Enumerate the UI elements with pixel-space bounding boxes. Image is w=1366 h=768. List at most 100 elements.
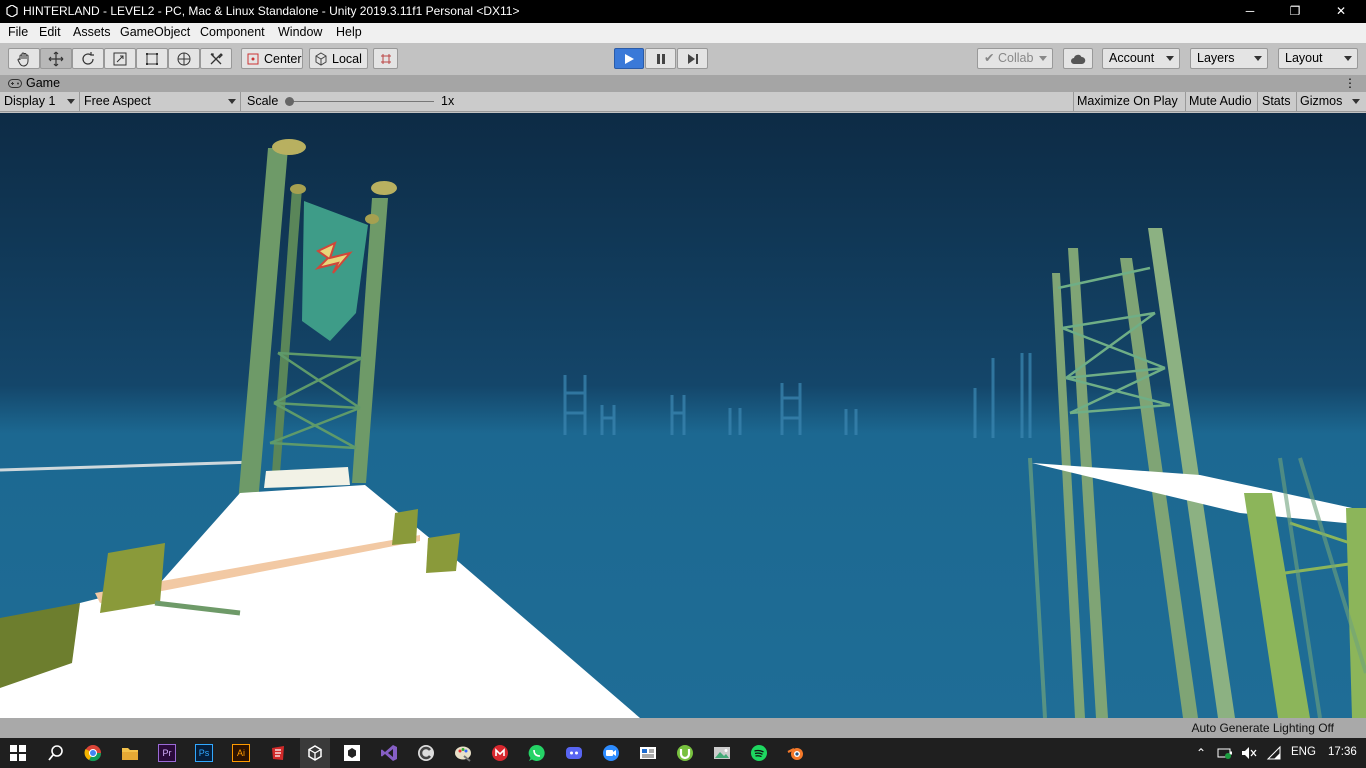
layers-dropdown[interactable]: Layers bbox=[1190, 48, 1268, 69]
rotate-tool-icon bbox=[82, 51, 94, 65]
collab-label: Collab bbox=[997, 51, 1034, 65]
discord-icon[interactable] bbox=[565, 744, 583, 762]
pivot-icon bbox=[247, 53, 259, 64]
more-options-icon[interactable]: ⋮ bbox=[1344, 76, 1356, 90]
chevron-down-icon bbox=[67, 99, 75, 104]
stats-toggle[interactable]: Stats bbox=[1262, 92, 1291, 111]
lighting-status: Auto Generate Lighting Off bbox=[1191, 721, 1334, 735]
menu-edit[interactable]: Edit bbox=[39, 25, 61, 39]
transform-tool-button[interactable] bbox=[168, 48, 200, 69]
wifi-icon[interactable] bbox=[1266, 745, 1282, 761]
pause-icon bbox=[656, 53, 665, 64]
illustrator-icon[interactable]: Ai bbox=[232, 744, 250, 762]
aspect-dropdown-label[interactable]: Free Aspect bbox=[84, 92, 151, 111]
move-tool-button[interactable] bbox=[40, 48, 72, 69]
gamepad-icon bbox=[8, 79, 22, 88]
tab-game[interactable]: Game bbox=[26, 76, 60, 90]
game-scene bbox=[0, 113, 1366, 718]
menu-help[interactable]: Help bbox=[336, 25, 362, 39]
premiere-icon[interactable]: Pr bbox=[158, 744, 176, 762]
zoom-icon[interactable] bbox=[602, 744, 620, 762]
window-title: HINTERLAND - LEVEL2 - PC, Mac & Linux St… bbox=[23, 4, 520, 18]
tray-chevron-up-icon[interactable]: ⌃ bbox=[1196, 746, 1206, 760]
menu-window[interactable]: Window bbox=[278, 25, 322, 39]
gizmos-toggle[interactable]: Gizmos bbox=[1300, 92, 1342, 111]
collab-check-icon: ✔ bbox=[984, 51, 995, 65]
language-indicator[interactable]: ENG bbox=[1291, 746, 1316, 758]
red-app-icon[interactable] bbox=[269, 744, 287, 762]
scale-tool-button[interactable] bbox=[104, 48, 136, 69]
game-viewport[interactable] bbox=[0, 113, 1366, 718]
pivot-center-button[interactable]: Center bbox=[241, 48, 303, 69]
battery-icon[interactable] bbox=[1217, 745, 1233, 761]
pivot-local-label: Local bbox=[332, 51, 362, 66]
chevron-down-icon bbox=[1039, 56, 1047, 61]
whatsapp-icon[interactable] bbox=[528, 744, 546, 762]
maximize-on-play-toggle[interactable]: Maximize On Play bbox=[1077, 92, 1178, 111]
account-dropdown[interactable]: Account bbox=[1102, 48, 1180, 69]
menu-gameobject[interactable]: GameObject bbox=[120, 25, 190, 39]
visual-studio-icon[interactable] bbox=[380, 744, 398, 762]
display-dropdown-label[interactable]: Display 1 bbox=[4, 92, 55, 111]
news-icon[interactable] bbox=[639, 744, 657, 762]
mute-audio-toggle[interactable]: Mute Audio bbox=[1189, 92, 1252, 111]
cloud-icon bbox=[1071, 54, 1086, 64]
move-tool-icon bbox=[48, 51, 64, 66]
divider bbox=[79, 92, 80, 111]
unity-hub-icon[interactable] bbox=[343, 744, 361, 762]
scale-slider-thumb[interactable] bbox=[285, 97, 294, 106]
layout-label: Layout bbox=[1285, 51, 1323, 65]
windows-taskbar: Pr Ps Ai ⌃ ENG 17:36 bbox=[0, 738, 1366, 768]
chrome-icon[interactable] bbox=[84, 744, 102, 762]
snap-grid-button[interactable] bbox=[373, 48, 398, 69]
start-icon[interactable] bbox=[10, 745, 26, 761]
pivot-center-label: Center bbox=[264, 51, 302, 66]
pivot-local-button[interactable]: Local bbox=[309, 48, 368, 69]
play-icon bbox=[625, 53, 634, 64]
step-button[interactable] bbox=[677, 48, 708, 69]
utorrent-icon[interactable] bbox=[676, 744, 694, 762]
window-titlebar: HINTERLAND - LEVEL2 - PC, Mac & Linux St… bbox=[0, 0, 1366, 23]
photos-icon[interactable] bbox=[713, 744, 731, 762]
ccleaner-icon[interactable] bbox=[417, 744, 435, 762]
local-space-icon bbox=[315, 51, 327, 66]
pause-button[interactable] bbox=[645, 48, 676, 69]
clock[interactable]: 17:36 bbox=[1328, 746, 1357, 758]
account-label: Account bbox=[1109, 51, 1155, 65]
volume-muted-icon[interactable] bbox=[1241, 745, 1257, 761]
mega-icon[interactable] bbox=[491, 744, 509, 762]
hand-tool-button[interactable] bbox=[8, 48, 40, 69]
menu-assets[interactable]: Assets bbox=[73, 25, 111, 39]
cloud-button[interactable] bbox=[1063, 48, 1093, 69]
scale-value: 1x bbox=[441, 94, 455, 108]
chevron-down-icon bbox=[1166, 56, 1174, 61]
blender-icon[interactable] bbox=[787, 744, 805, 762]
layout-dropdown[interactable]: Layout bbox=[1278, 48, 1358, 69]
divider bbox=[1296, 92, 1297, 111]
paint-icon[interactable] bbox=[454, 744, 472, 762]
spotify-icon[interactable] bbox=[750, 744, 768, 762]
custom-tool-button[interactable] bbox=[200, 48, 232, 69]
collab-dropdown[interactable]: ✔ Collab bbox=[977, 48, 1053, 69]
photoshop-icon[interactable]: Ps bbox=[195, 744, 213, 762]
restore-button[interactable]: ❐ bbox=[1272, 0, 1318, 23]
scale-slider-track[interactable] bbox=[290, 101, 434, 102]
menu-file[interactable]: File bbox=[8, 25, 28, 39]
menu-component[interactable]: Component bbox=[200, 25, 265, 39]
unity-icon[interactable] bbox=[306, 744, 324, 762]
scale-label: Scale bbox=[247, 94, 279, 108]
rect-tool-button[interactable] bbox=[136, 48, 168, 69]
play-button[interactable] bbox=[614, 48, 644, 69]
minimize-button[interactable]: ─ bbox=[1227, 0, 1273, 23]
file-explorer-icon[interactable] bbox=[121, 744, 139, 762]
main-toolbar: Center Local ✔ Collab Account Layers Lay… bbox=[0, 43, 1366, 75]
divider bbox=[1257, 92, 1258, 111]
hand-tool-icon bbox=[17, 52, 29, 67]
close-button[interactable]: ✕ bbox=[1318, 0, 1364, 23]
rotate-tool-button[interactable] bbox=[72, 48, 104, 69]
custom-tool-icon bbox=[210, 52, 223, 64]
search-icon[interactable] bbox=[47, 744, 65, 762]
rect-tool-icon bbox=[146, 52, 158, 65]
transform-tool-icon bbox=[177, 52, 191, 65]
step-icon bbox=[687, 53, 698, 64]
